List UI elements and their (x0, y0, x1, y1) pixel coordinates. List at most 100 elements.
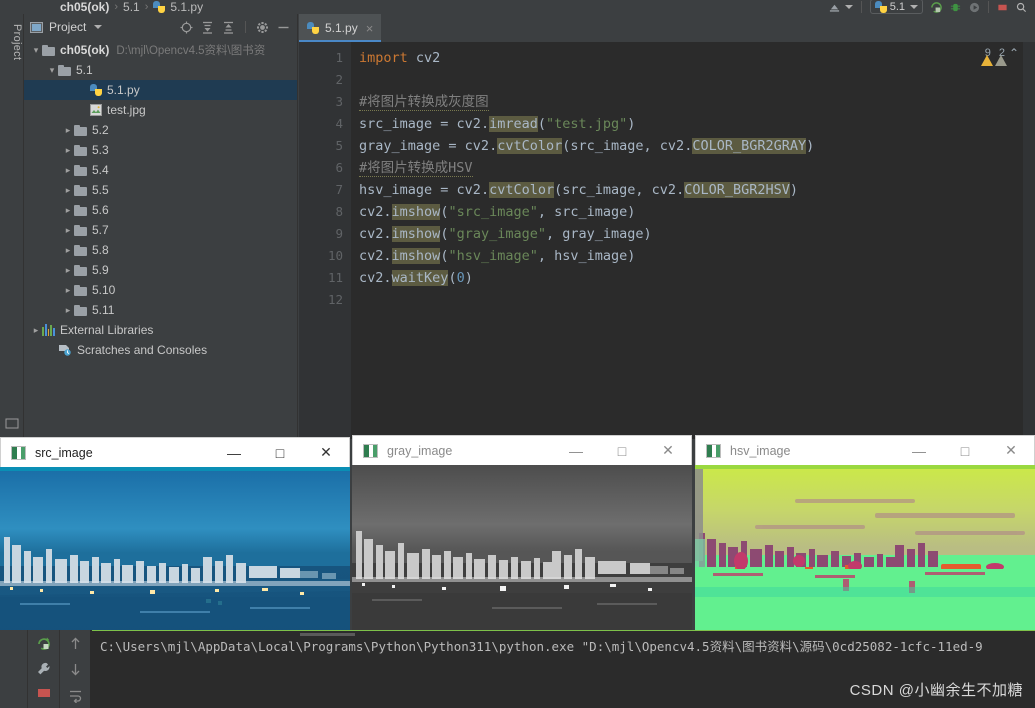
inspection-chevron-icon[interactable]: ⌃ (1009, 46, 1019, 60)
breadcrumb-item-project[interactable]: ch05(ok) (60, 0, 109, 14)
tree-expand-arrow-icon[interactable] (62, 165, 74, 176)
tree-node-ch05-ok-[interactable]: ch05(ok) D:\mjl\Opencv4.5资料\图书资 (24, 40, 297, 60)
cv-window-titlebar[interactable]: src_image — □ ✕ (0, 437, 350, 467)
tree-node-5-5[interactable]: 5.5 (24, 180, 297, 200)
breadcrumb-item-folder[interactable]: 5.1 (123, 0, 140, 14)
panel-divider (245, 21, 246, 33)
project-panel-title: Project (49, 20, 87, 34)
tree-node-5-10[interactable]: 5.10 (24, 280, 297, 300)
scroll-down-button[interactable] (68, 662, 83, 677)
code-content[interactable]: import cv2 #将图片转换成灰度图 src_image = cv2.imr… (351, 42, 1035, 439)
tree-expand-arrow-icon[interactable] (30, 325, 42, 336)
code-line[interactable] (351, 289, 1035, 311)
code-line[interactable]: gray_image = cv2.cvtColor(src_image, cv2… (351, 135, 1035, 157)
wrench-settings-button[interactable] (36, 661, 52, 677)
code-line[interactable]: cv2.waitKey(0) (351, 267, 1035, 289)
tree-node-test-jpg[interactable]: test.jpg (24, 100, 297, 120)
close-button[interactable]: ✕ (303, 438, 349, 467)
inspection-summary[interactable]: ! 9 ! 2 ⌃ (980, 46, 1019, 66)
stop-button[interactable] (37, 686, 51, 700)
code-line[interactable]: cv2.imshow("hsv_image", hsv_image) (351, 245, 1035, 267)
hide-panel-button[interactable] (276, 20, 291, 35)
code-line[interactable]: src_image = cv2.imread("test.jpg") (351, 113, 1035, 135)
editor-tab-5-1-py[interactable]: 5.1.py × (299, 14, 382, 42)
tree-node-scratches-and-consoles[interactable]: Scratches and Consoles (24, 340, 297, 360)
tool-window-button-project[interactable]: Project (1, 20, 23, 64)
tree-node-5-11[interactable]: 5.11 (24, 300, 297, 320)
tree-node-5-1-py[interactable]: 5.1.py (24, 80, 297, 100)
search-everywhere-icon[interactable] (1016, 2, 1027, 13)
minimize-button[interactable]: — (211, 438, 257, 467)
breadcrumb-item-file[interactable]: 5.1.py (170, 0, 203, 14)
tree-node-5-7[interactable]: 5.7 (24, 220, 297, 240)
code-line[interactable]: hsv_image = cv2.cvtColor(src_image, cv2.… (351, 179, 1035, 201)
inspection-marker-strip[interactable] (1023, 42, 1035, 439)
folder-icon (42, 44, 55, 56)
tree-expand-arrow-icon[interactable] (62, 225, 74, 236)
close-icon[interactable]: × (366, 21, 374, 36)
tree-expand-arrow-icon[interactable] (30, 45, 42, 56)
chevron-down-icon (844, 5, 853, 9)
tree-expand-arrow-icon[interactable] (46, 65, 58, 76)
cv-window-titlebar[interactable]: gray_image — □ ✕ (352, 435, 692, 465)
maximize-button[interactable]: □ (257, 438, 303, 467)
device-manager-button[interactable] (829, 0, 853, 14)
close-button[interactable]: ✕ (988, 436, 1034, 465)
expand-all-button[interactable] (200, 20, 215, 35)
collapse-all-button[interactable] (221, 20, 236, 35)
code-line[interactable] (351, 69, 1035, 91)
tree-expand-arrow-icon[interactable] (62, 145, 74, 156)
folder-icon (74, 304, 87, 316)
maximize-button[interactable]: □ (599, 436, 645, 465)
stop-icon[interactable] (997, 2, 1008, 13)
tree-expand-arrow-icon[interactable] (62, 265, 74, 276)
cv-window-gray-image[interactable]: gray_image — □ ✕ (352, 435, 692, 638)
code-line[interactable]: cv2.imshow("src_image", src_image) (351, 201, 1035, 223)
tree-expand-arrow-icon[interactable] (62, 125, 74, 136)
tree-node-5-2[interactable]: 5.2 (24, 120, 297, 140)
locate-file-button[interactable] (179, 20, 194, 35)
tree-node-5-4[interactable]: 5.4 (24, 160, 297, 180)
tree-expand-arrow-icon[interactable] (62, 305, 74, 316)
tree-node-5-3[interactable]: 5.3 (24, 140, 297, 160)
chevron-down-icon[interactable] (94, 25, 103, 29)
tree-node-label: test.jpg (107, 103, 146, 117)
tree-expand-arrow-icon[interactable] (62, 185, 74, 196)
line-number: 1 (335, 50, 343, 65)
tree-node-5-8[interactable]: 5.8 (24, 240, 297, 260)
line-number: 4 (335, 116, 343, 131)
coverage-icon[interactable] (969, 2, 980, 13)
code-line[interactable]: #将图片转换成HSV (351, 157, 1035, 179)
project-tree[interactable]: ch05(ok) D:\mjl\Opencv4.5资料\图书资 5.1 5.1.py t… (24, 40, 297, 439)
minimize-button[interactable]: — (896, 436, 942, 465)
tree-expand-arrow-icon[interactable] (62, 245, 74, 256)
cv-window-titlebar[interactable]: hsv_image — □ ✕ (695, 435, 1035, 465)
tree-node-external-libraries[interactable]: External Libraries (24, 320, 297, 340)
tree-node-5-9[interactable]: 5.9 (24, 260, 297, 280)
maximize-button[interactable]: □ (942, 436, 988, 465)
cv-window-title: src_image (35, 445, 93, 460)
tree-expand-arrow-icon[interactable] (62, 285, 74, 296)
code-line[interactable]: #将图片转换成灰度图 (351, 91, 1035, 113)
cv-window-hsv-image[interactable]: hsv_image — □ ✕ (695, 435, 1035, 638)
console-horizontal-scrollbar[interactable] (300, 633, 355, 636)
run-configuration-selector[interactable]: 5.1 (869, 0, 923, 14)
breadcrumb[interactable]: ch05(ok) › 5.1 › 5.1.py (0, 0, 203, 14)
tree-node-5-6[interactable]: 5.6 (24, 200, 297, 220)
code-line[interactable]: import cv2 (351, 47, 1035, 69)
soft-wrap-button[interactable] (68, 688, 83, 703)
run-icon[interactable] (931, 1, 942, 13)
rerun-button[interactable] (36, 636, 52, 652)
close-button[interactable]: ✕ (645, 436, 691, 465)
cv-window-src-image[interactable]: src_image — □ ✕ (0, 437, 350, 638)
debug-icon[interactable] (950, 2, 961, 13)
scroll-up-button[interactable] (68, 636, 83, 651)
code-editor[interactable]: 1 2 3 4 5 6 7 8 9 10 11 12 import cv2 #将图片转换成灰度图 src… (299, 42, 1035, 439)
minimize-button[interactable]: — (553, 436, 599, 465)
tree-expand-arrow-icon[interactable] (62, 205, 74, 216)
editor-tab-label: 5.1.py (325, 21, 358, 35)
code-line[interactable]: cv2.imshow("gray_image", gray_image) (351, 223, 1035, 245)
gear-icon[interactable] (255, 20, 270, 35)
tree-node-5-1[interactable]: 5.1 (24, 60, 297, 80)
structure-icon[interactable] (5, 417, 19, 431)
